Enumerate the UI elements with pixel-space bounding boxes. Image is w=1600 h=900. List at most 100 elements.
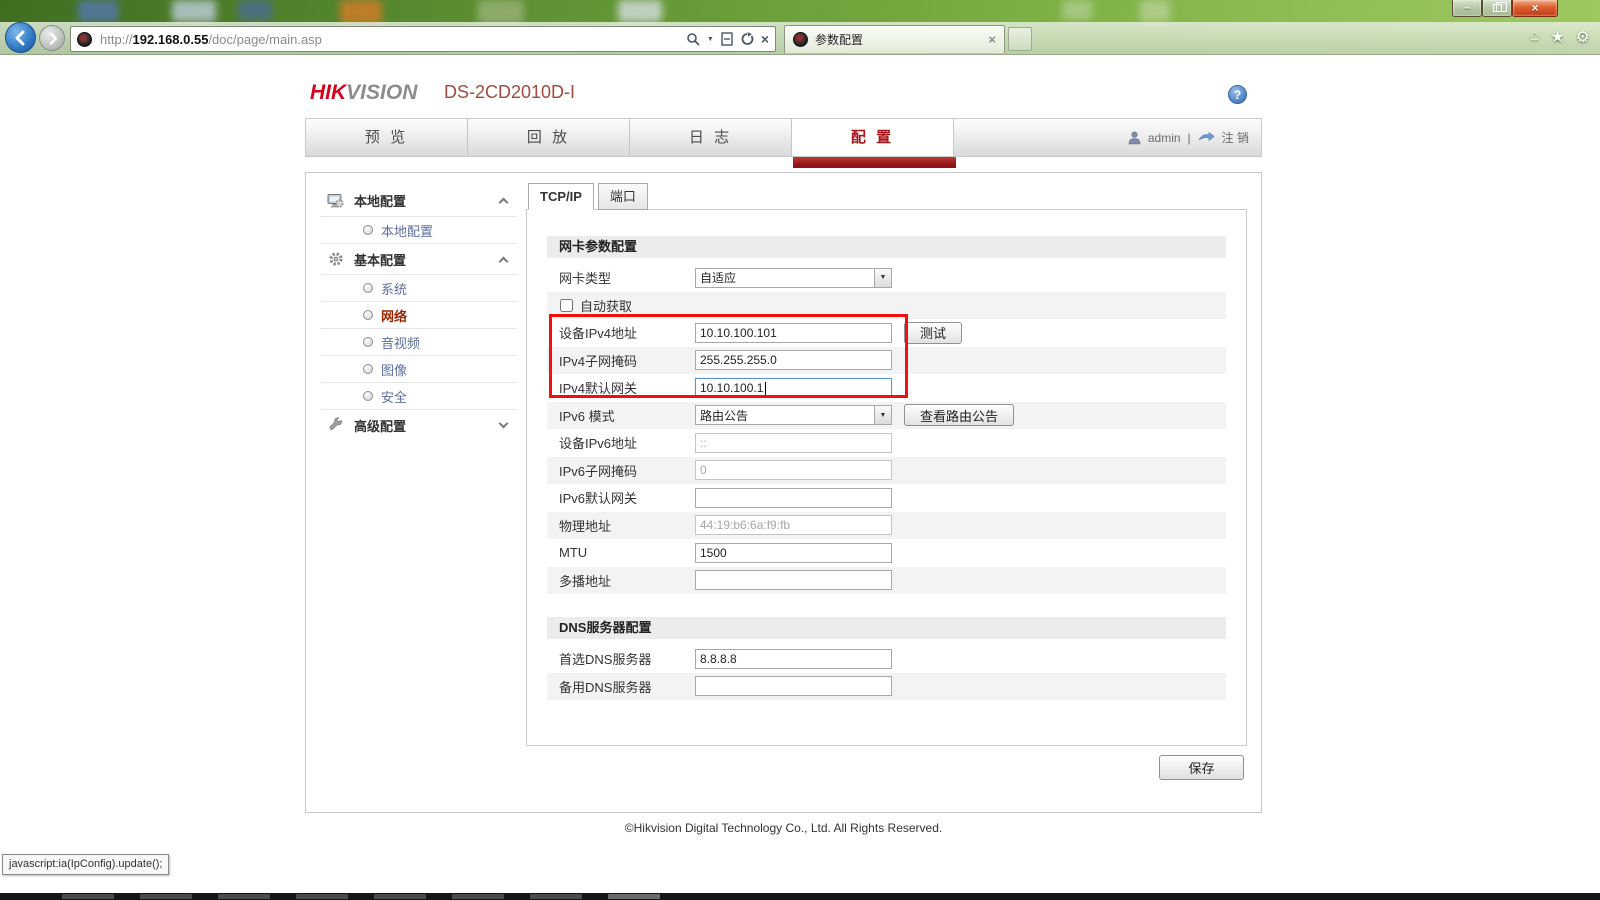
favorites-star-icon[interactable]: ★ xyxy=(1550,27,1564,47)
sidebar-item-security[interactable]: 安全 xyxy=(321,382,517,409)
sidebar-item-image[interactable]: 图像 xyxy=(321,355,517,382)
dhcp-checkbox[interactable] xyxy=(560,299,573,312)
sidebar-item-network[interactable]: 网络 xyxy=(321,301,517,328)
dns-primary-input[interactable] xyxy=(695,649,892,669)
dns-primary-label: 首选DNS服务器 xyxy=(547,649,695,668)
restore-button[interactable] xyxy=(1482,0,1512,17)
sidebar: 本地配置 本地配置 基本配置 系统 xyxy=(321,185,517,440)
save-button[interactable]: 保存 xyxy=(1159,755,1244,780)
desktop-icon-blur xyxy=(618,0,662,22)
tab-close-icon[interactable]: × xyxy=(988,32,996,47)
status-bar-link-preview: javascript:ia(IpConfig).update(); xyxy=(2,854,169,875)
test-button[interactable]: 测试 xyxy=(904,322,962,344)
row-nic-type: 网卡类型 自适应 ▼ xyxy=(547,264,1226,292)
stop-icon[interactable]: × xyxy=(761,31,769,47)
page-content: HIKVISION DS-2CD2010D-I ? 预 览 回 放 日 志 配 … xyxy=(0,55,1600,893)
help-button[interactable]: ? xyxy=(1228,85,1247,104)
settings-gear-icon[interactable]: ⚙ xyxy=(1576,27,1590,47)
desktop-icon-blur xyxy=(78,0,118,22)
desktop-icon-blur xyxy=(478,0,524,24)
radio-circle-icon xyxy=(363,337,373,347)
tab-favicon-icon xyxy=(793,32,808,47)
compatibility-view-icon[interactable] xyxy=(721,32,733,46)
row-dns-primary: 首选DNS服务器 xyxy=(547,645,1226,673)
close-button[interactable]: × xyxy=(1512,0,1558,17)
local-config-icon xyxy=(327,193,344,209)
sidebar-item-local-config[interactable]: 本地配置 xyxy=(321,216,517,243)
url-text[interactable]: http://192.168.0.55/doc/page/main.asp xyxy=(100,32,686,47)
url-path: /doc/page/main.asp xyxy=(208,32,321,47)
tab-log[interactable]: 日 志 xyxy=(630,119,792,156)
dns-secondary-input[interactable] xyxy=(695,676,892,696)
ipv4-gateway-input[interactable] xyxy=(695,378,892,398)
nic-section-header: 网卡参数配置 xyxy=(547,236,1226,258)
nic-type-select[interactable]: 自适应 ▼ xyxy=(695,268,892,288)
dns-secondary-label: 备用DNS服务器 xyxy=(547,677,695,696)
ipv6-mask-label: IPv6子网掩码 xyxy=(547,461,695,480)
row-mtu: MTU xyxy=(547,539,1226,567)
ipv6-address-input xyxy=(695,433,892,453)
ipv4-mask-input[interactable] xyxy=(695,350,892,370)
desktop-icon-blur xyxy=(238,0,272,20)
logout-hand-icon xyxy=(1198,132,1215,144)
new-tab-button[interactable] xyxy=(1008,27,1032,51)
row-ipv6-mode: IPv6 模式 路由公告 ▼ 查看路由公告 xyxy=(547,402,1226,430)
tab-title: 参数配置 xyxy=(815,31,981,48)
copyright-footer: ©Hikvision Digital Technology Co., Ltd. … xyxy=(305,821,1262,835)
dropdown-arrow-icon[interactable]: ▼ xyxy=(874,269,891,287)
taskbar-button xyxy=(218,894,270,899)
content-tab-tcpip[interactable]: TCP/IP xyxy=(528,183,594,210)
main-panel: TCP/IP 端口 网卡参数配置 网卡类型 自适应 ▼ 自动获取 xyxy=(526,183,1247,746)
sidebar-item-system[interactable]: 系统 xyxy=(321,274,517,301)
tab-playback[interactable]: 回 放 xyxy=(468,119,630,156)
row-ipv6-address: 设备IPv6地址 xyxy=(547,429,1226,457)
chevron-down-icon xyxy=(499,419,509,429)
taskbar-button-active xyxy=(608,894,660,899)
mtu-input[interactable] xyxy=(695,543,892,563)
back-arrow-icon xyxy=(13,30,29,46)
ipv4-address-input[interactable] xyxy=(695,323,892,343)
ipv4-gateway-label: IPv4默认网关 xyxy=(547,378,695,397)
logout-link[interactable]: 注 销 xyxy=(1222,129,1249,146)
sidebar-group-basic-config[interactable]: 基本配置 xyxy=(321,243,517,274)
refresh-icon[interactable] xyxy=(740,32,754,46)
home-icon[interactable]: ⌂ xyxy=(1530,27,1540,47)
minimize-button[interactable]: – xyxy=(1452,0,1482,17)
multicast-label: 多播地址 xyxy=(547,571,695,590)
radio-circle-icon xyxy=(363,310,373,320)
desktop-icon-blur xyxy=(172,0,216,22)
ipv6-mode-select[interactable]: 路由公告 ▼ xyxy=(695,405,892,425)
sidebar-group-label: 高级配置 xyxy=(354,416,406,435)
sidebar-item-label: 音视频 xyxy=(381,333,420,352)
radio-circle-icon xyxy=(363,283,373,293)
sidebar-item-audio-video[interactable]: 音视频 xyxy=(321,328,517,355)
back-button[interactable] xyxy=(5,22,36,53)
taskbar-button xyxy=(374,894,426,899)
ipv6-gateway-input[interactable] xyxy=(695,488,892,508)
sidebar-group-local-config[interactable]: 本地配置 xyxy=(321,185,517,216)
tab-preview[interactable]: 预 览 xyxy=(306,119,468,156)
active-tab-underline xyxy=(793,157,956,168)
search-icon[interactable] xyxy=(686,32,700,46)
browser-tab[interactable]: 参数配置 × xyxy=(784,25,1005,53)
multicast-input[interactable] xyxy=(695,570,892,590)
hikvision-logo: HIKVISION xyxy=(310,81,417,105)
tab-configuration[interactable]: 配 置 xyxy=(792,119,954,156)
sidebar-group-advanced-config[interactable]: 高级配置 xyxy=(321,409,517,440)
view-router-advertisement-button[interactable]: 查看路由公告 xyxy=(904,404,1014,426)
taskbar-button xyxy=(140,894,192,899)
advanced-config-wrench-icon xyxy=(328,417,344,433)
content-tab-port[interactable]: 端口 xyxy=(598,183,648,210)
address-bar[interactable]: http://192.168.0.55/doc/page/main.asp ▼ … xyxy=(70,26,776,52)
radio-circle-icon xyxy=(363,391,373,401)
tcpip-panel: 网卡参数配置 网卡类型 自适应 ▼ 自动获取 设备IPv4地址 xyxy=(526,209,1247,746)
search-dropdown-icon[interactable]: ▼ xyxy=(707,36,714,43)
sidebar-item-label: 安全 xyxy=(381,387,407,406)
site-favicon-icon xyxy=(77,32,92,47)
forward-button[interactable] xyxy=(39,25,65,51)
logo-hik: HIK xyxy=(310,81,346,104)
nic-type-label: 网卡类型 xyxy=(547,268,695,287)
dropdown-arrow-icon[interactable]: ▼ xyxy=(874,406,891,424)
logged-in-user: admin xyxy=(1148,131,1181,145)
row-ipv4-mask: IPv4子网掩码 xyxy=(547,347,1226,375)
